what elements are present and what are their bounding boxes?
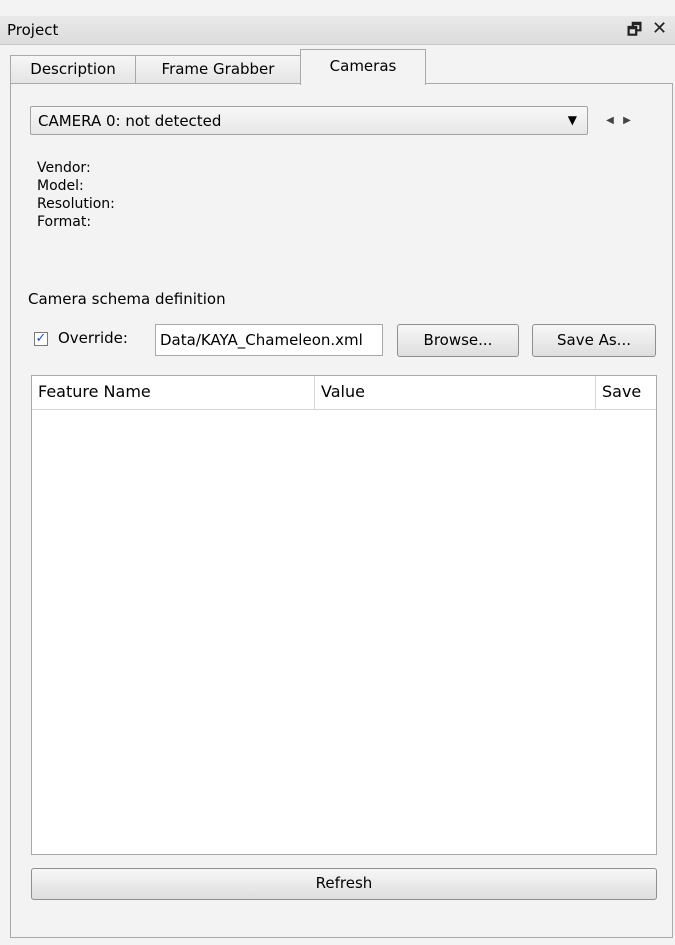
feature-table[interactable]: Feature Name Value Save [31, 375, 657, 855]
feature-table-header: Feature Name Value Save [32, 376, 656, 410]
previous-camera-arrow-icon[interactable]: ◀ [602, 113, 618, 129]
schema-path-input[interactable] [155, 324, 383, 356]
refresh-button[interactable]: Refresh [31, 868, 657, 900]
close-icon[interactable]: ✕ [652, 18, 667, 39]
project-panel: Project 🗗 ✕ Description Frame Grabber Ca… [0, 0, 675, 945]
model-label: Model: [37, 178, 84, 194]
panel-title: Project [7, 21, 59, 39]
restore-icon[interactable]: 🗗 [627, 19, 642, 46]
next-camera-arrow-icon[interactable]: ▶ [619, 113, 635, 129]
panel-titlebar: Project 🗗 ✕ [0, 16, 675, 45]
override-label: Override: [58, 329, 128, 347]
camera-schema-heading: Camera schema definition [28, 290, 226, 308]
resolution-label: Resolution: [37, 196, 115, 212]
vendor-label: Vendor: [37, 160, 91, 176]
save-as-button[interactable]: Save As... [532, 324, 656, 357]
column-header-save[interactable]: Save [596, 376, 656, 409]
browse-button[interactable]: Browse... [397, 324, 519, 357]
format-label: Format: [37, 214, 92, 230]
column-header-feature-name[interactable]: Feature Name [32, 376, 314, 409]
column-header-value[interactable]: Value [315, 376, 595, 409]
tab-cameras[interactable]: Cameras [300, 49, 426, 85]
camera-select-value: CAMERA 0: not detected [38, 112, 222, 130]
camera-select[interactable]: CAMERA 0: not detected ▼ [30, 106, 588, 135]
tab-description[interactable]: Description [10, 55, 136, 83]
tab-frame-grabber[interactable]: Frame Grabber [135, 55, 301, 83]
chevron-down-icon: ▼ [567, 113, 577, 127]
override-checkbox[interactable]: ✓ [34, 332, 48, 346]
